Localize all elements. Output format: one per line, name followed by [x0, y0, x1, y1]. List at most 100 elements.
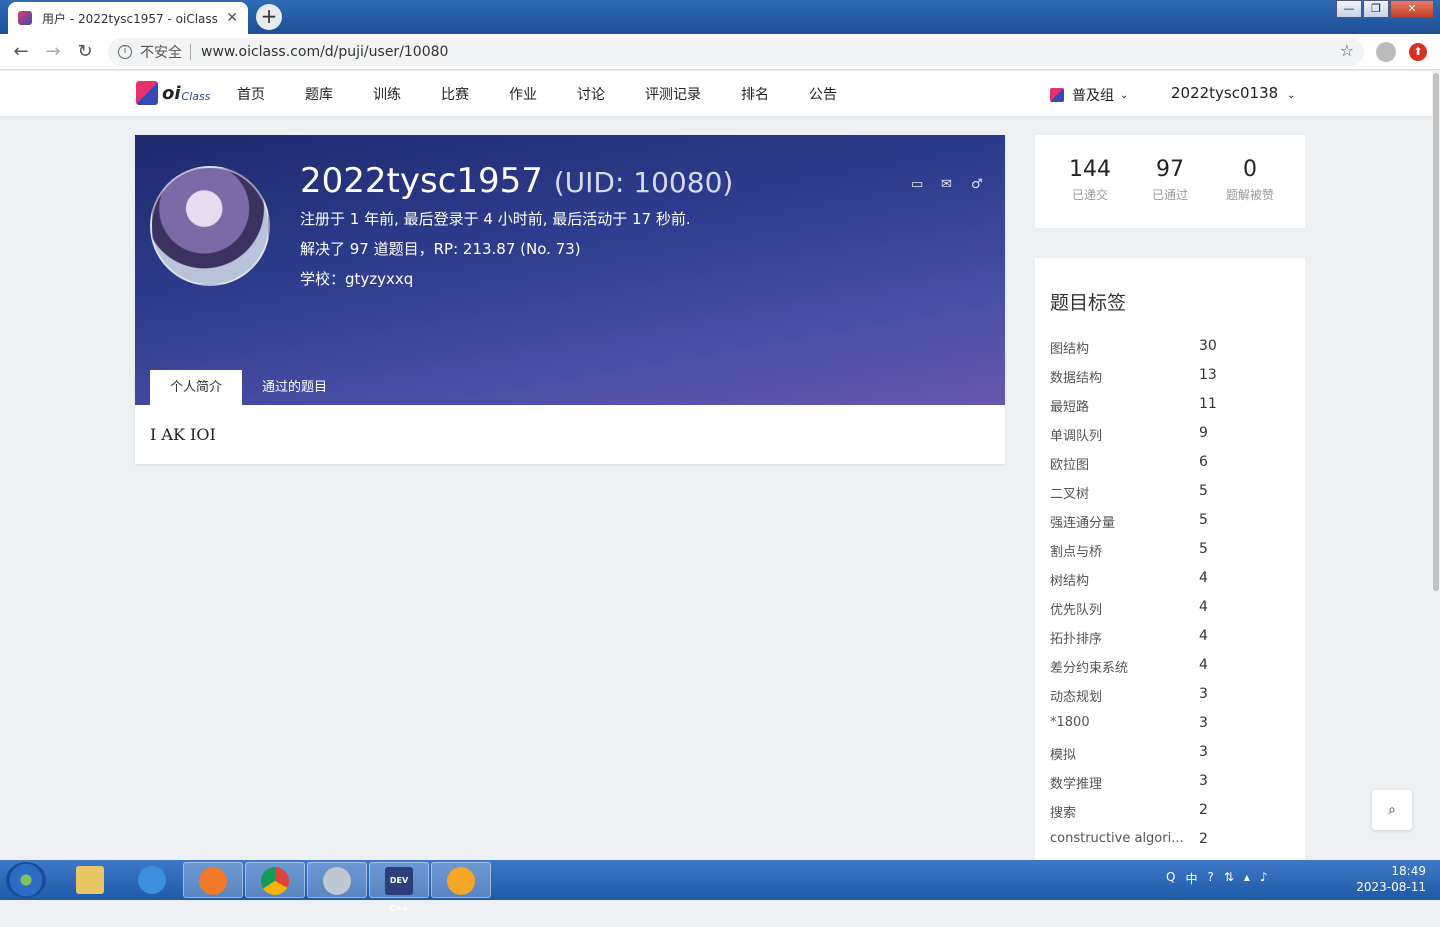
bookmark-star-icon[interactable]: ☆ [1340, 41, 1354, 60]
ime-lang[interactable]: 中 [1185, 870, 1197, 887]
clock[interactable]: 18:49 2023-08-11 [1356, 864, 1426, 894]
back-arrow-icon[interactable]: ← [10, 41, 32, 63]
search-button[interactable]: ⌕ [1372, 790, 1412, 830]
browser-profile-icon[interactable] [1376, 42, 1396, 62]
tag-row[interactable]: 二叉树 5 [1050, 483, 1290, 512]
tag-count: 9 [1199, 425, 1208, 441]
help-icon[interactable]: ? [1207, 870, 1213, 887]
tag-row[interactable]: constructive algori... 2 [1050, 831, 1290, 860]
search-icon: ⌕ [1388, 802, 1396, 818]
tag-row[interactable]: 单调队列 9 [1050, 425, 1290, 454]
tag-row[interactable]: 差分约束系统 4 [1050, 657, 1290, 686]
taskbar-chrome[interactable] [245, 862, 305, 898]
page-scrollbar[interactable] [1432, 71, 1440, 860]
forward-arrow-icon[interactable]: → [42, 41, 64, 63]
tag-count: 3 [1199, 686, 1208, 702]
browser-tab[interactable]: 用户 - 2022tysc1957 - oiClass ✕ [8, 2, 248, 34]
tag-row[interactable]: *1800 3 [1050, 715, 1290, 744]
tag-row[interactable]: 数学推理 3 [1050, 773, 1290, 802]
reload-icon[interactable]: ↻ [74, 41, 96, 63]
nav-item-home[interactable]: 首页 [237, 84, 265, 104]
tab-close-icon[interactable]: ✕ [226, 10, 238, 26]
tag-name[interactable]: *1800 [1050, 715, 1090, 730]
tag-row[interactable]: 搜索 2 [1050, 802, 1290, 831]
nav-item-ranking[interactable]: 排名 [741, 84, 769, 104]
profile-banner: 2022tysc1957 (UID: 10080) 注册于 1 年前, 最后登录… [135, 135, 1005, 405]
tag-name[interactable]: 欧拉图 [1050, 454, 1089, 473]
tag-row[interactable]: 优先队列 4 [1050, 599, 1290, 628]
tab-solved-problems[interactable]: 通过的题目 [242, 370, 347, 405]
tag-row[interactable]: 动态规划 3 [1050, 686, 1290, 715]
window-close-button[interactable]: ✕ [1390, 0, 1434, 18]
taskbar-app[interactable] [431, 862, 491, 898]
new-tab-button[interactable]: + [256, 4, 282, 30]
url-bar[interactable]: i 不安全 www.oiclass.com/d/puji/user/10080 … [108, 38, 1364, 66]
ie-icon [138, 866, 166, 894]
logo-mark-icon [136, 81, 158, 105]
taskbar-firefox[interactable] [183, 862, 243, 898]
tag-name[interactable]: 二叉树 [1050, 483, 1089, 502]
volume-icon[interactable]: ♪ [1260, 870, 1268, 887]
scrollbar-thumb[interactable] [1433, 73, 1439, 591]
taskbar-devcpp[interactable]: DEV C++ [369, 862, 429, 913]
tag-name[interactable]: constructive algori... [1050, 831, 1184, 846]
taskbar-media[interactable] [307, 862, 367, 898]
group-selector[interactable]: 普及组 ⌄ [1050, 85, 1128, 105]
tag-row[interactable]: 割点与桥 5 [1050, 541, 1290, 570]
tag-count: 4 [1199, 599, 1208, 615]
tab-bio[interactable]: 个人简介 [150, 370, 243, 405]
extension-icon[interactable]: ⬆ [1409, 43, 1427, 61]
nav-item-records[interactable]: 评测记录 [645, 84, 701, 104]
app-icon [447, 867, 475, 895]
tag-name[interactable]: 数据结构 [1050, 367, 1102, 386]
nav-item-announcements[interactable]: 公告 [809, 84, 837, 104]
tag-row[interactable]: 欧拉图 6 [1050, 454, 1290, 483]
tag-name[interactable]: 优先队列 [1050, 599, 1102, 618]
tray-arrow-icon[interactable]: ▴ [1244, 870, 1250, 887]
nav-item-contests[interactable]: 比赛 [441, 84, 469, 104]
nav-item-training[interactable]: 训练 [373, 84, 401, 104]
tag-name[interactable]: 割点与桥 [1050, 541, 1102, 560]
tag-row[interactable]: 数据结构 13 [1050, 367, 1290, 396]
nav-item-problems[interactable]: 题库 [305, 84, 333, 104]
mail-icon[interactable]: ✉ [941, 178, 955, 191]
tag-count: 3 [1199, 715, 1208, 731]
network-icon[interactable]: ⇅ [1224, 870, 1234, 887]
stat-value: 97 [1156, 157, 1184, 182]
start-button[interactable] [6, 862, 46, 898]
main-nav: 首页 题库 训练 比赛 作业 讨论 评测记录 排名 公告 [237, 71, 877, 116]
taskbar-ie[interactable] [122, 862, 182, 898]
stat-label: 已通过 [1151, 188, 1188, 202]
tag-name[interactable]: 动态规划 [1050, 686, 1102, 705]
tag-name[interactable]: 拓扑排序 [1050, 628, 1102, 647]
minimize-button[interactable]: — [1336, 0, 1362, 18]
tag-name[interactable]: 数学推理 [1050, 773, 1102, 792]
tag-row[interactable]: 模拟 3 [1050, 744, 1290, 773]
tag-row[interactable]: 强连通分量 5 [1050, 512, 1290, 541]
maximize-button[interactable]: ❐ [1363, 0, 1389, 18]
school-info: 学校：gtyzyxxq [300, 270, 414, 288]
tag-name[interactable]: 树结构 [1050, 570, 1089, 589]
tag-row[interactable]: 树结构 4 [1050, 570, 1290, 599]
nav-item-discussion[interactable]: 讨论 [577, 84, 605, 104]
tag-name[interactable]: 最短路 [1050, 396, 1089, 415]
taskbar-explorer[interactable] [60, 862, 120, 898]
tag-name[interactable]: 搜索 [1050, 802, 1076, 821]
tag-count: 6 [1199, 454, 1208, 470]
tag-name[interactable]: 模拟 [1050, 744, 1076, 763]
nav-item-homework[interactable]: 作业 [509, 84, 537, 104]
tag-name[interactable]: 图结构 [1050, 338, 1089, 357]
tag-name[interactable]: 强连通分量 [1050, 512, 1115, 531]
site-info-icon[interactable]: i [118, 45, 132, 59]
user-menu[interactable]: 2022tysc0138 ⌄ [1171, 84, 1295, 102]
message-icon[interactable]: ▭ [911, 178, 925, 191]
tag-row[interactable]: 最短路 11 [1050, 396, 1290, 425]
oiclass-logo[interactable]: oi Class [136, 81, 211, 105]
current-username: 2022tysc0138 [1171, 84, 1279, 102]
ime-icon[interactable]: Q [1166, 870, 1175, 887]
tag-row[interactable]: 拓扑排序 4 [1050, 628, 1290, 657]
url-text[interactable]: www.oiclass.com/d/puji/user/10080 [201, 44, 448, 60]
tag-name[interactable]: 单调队列 [1050, 425, 1102, 444]
tag-name[interactable]: 差分约束系统 [1050, 657, 1128, 676]
tag-row[interactable]: 图结构 30 [1050, 338, 1290, 367]
